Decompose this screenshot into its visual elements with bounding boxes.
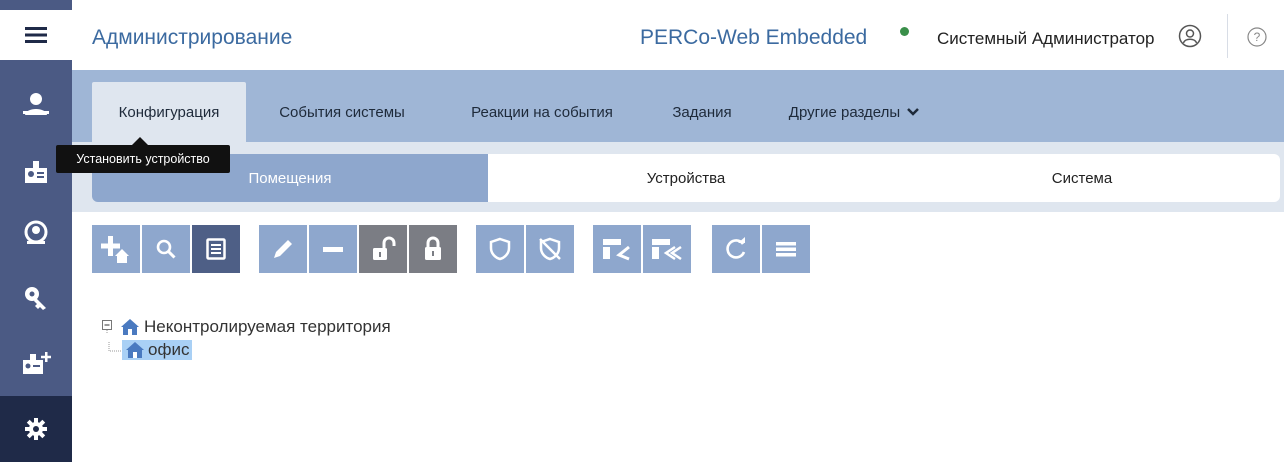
add-room-icon <box>101 236 129 263</box>
home-icon <box>126 342 144 358</box>
list-icon <box>776 242 796 257</box>
refresh-button[interactable] <box>712 225 760 273</box>
help-icon[interactable]: ? <box>1246 26 1268 48</box>
remove-button[interactable] <box>309 225 357 273</box>
tab-event-reactions[interactable]: Реакции на события <box>444 82 640 142</box>
tab-label: Конфигурация <box>118 103 220 121</box>
unlock-icon <box>373 236 396 260</box>
sidebar <box>0 0 72 462</box>
install-device-button[interactable] <box>192 225 240 273</box>
sidebar-item-keys[interactable] <box>0 270 72 326</box>
shield-icon <box>489 237 511 261</box>
tree-node-label: Неконтролируемая территория <box>144 317 391 336</box>
sidebar-item-add-badge[interactable] <box>0 335 72 391</box>
remove-icon <box>323 247 343 252</box>
sidebar-item-administration[interactable] <box>0 396 72 462</box>
refresh-icon <box>726 237 746 259</box>
edit-icon <box>274 240 292 258</box>
subtab-label: Помещения <box>248 169 332 187</box>
tab-label: Реакции на события <box>471 103 613 121</box>
search-icon <box>156 239 176 259</box>
device-return-all-button[interactable] <box>643 225 691 273</box>
tab-configuration[interactable]: Конфигурация <box>92 82 246 142</box>
employee-icon <box>23 93 49 115</box>
subtab-label: Устройства <box>646 169 726 187</box>
arm-button[interactable] <box>476 225 524 273</box>
disarm-button[interactable] <box>526 225 574 273</box>
collapse-icon[interactable] <box>102 320 114 334</box>
status-indicator <box>900 27 909 36</box>
header-divider <box>1227 14 1228 58</box>
svg-text:?: ? <box>1254 30 1261 44</box>
lock-button[interactable] <box>409 225 457 273</box>
tree-node-label-selected: офис <box>122 340 193 360</box>
tab-label: Другие разделы <box>788 103 901 121</box>
chevron-down-icon <box>907 108 920 116</box>
tree-node-text: офис <box>148 340 190 359</box>
install-device-icon <box>206 238 226 260</box>
id-badge-icon <box>25 161 47 183</box>
search-button[interactable] <box>142 225 190 273</box>
shield-off-icon <box>539 237 561 261</box>
menu-icon <box>25 27 47 43</box>
edit-button[interactable] <box>259 225 307 273</box>
home-icon <box>121 319 139 335</box>
key-icon <box>25 287 46 310</box>
gear-icon <box>25 418 47 440</box>
tree-node-root[interactable]: Неконтролируемая территория <box>102 317 391 337</box>
unlock-button[interactable] <box>359 225 407 273</box>
subtab-devices[interactable]: Устройства <box>488 154 884 202</box>
subtabs: Помещения Устройства Система <box>92 154 1282 202</box>
page-title: Администрирование <box>92 26 293 49</box>
subtab-label: Система <box>1051 169 1113 187</box>
add-room-button[interactable] <box>92 225 140 273</box>
globe-person-icon <box>24 220 48 244</box>
add-badge-icon <box>23 352 51 374</box>
main-tabs: Конфигурация События системы Реакции на … <box>72 70 1284 142</box>
tooltip: Установить устройство <box>56 137 230 173</box>
menu-button[interactable] <box>0 10 72 60</box>
lock-icon <box>425 236 441 260</box>
device-return-button[interactable] <box>593 225 641 273</box>
subtab-system[interactable]: Система <box>884 154 1280 202</box>
device-double-left-icon <box>652 239 682 261</box>
tree-connector <box>108 342 122 352</box>
tab-label: Задания <box>672 103 732 121</box>
sidebar-item-visitors[interactable] <box>0 205 72 261</box>
list-view-button[interactable] <box>762 225 810 273</box>
brand-name: PERCo-Web Embedded <box>640 26 868 49</box>
content-area: Помещения Устройства Система Неконтролир… <box>72 142 1284 462</box>
tab-other-sections[interactable]: Другие разделы <box>767 82 942 142</box>
tree-node-child[interactable]: офис <box>108 340 193 360</box>
subtabs-bar: Помещения Устройства Система <box>72 142 1284 212</box>
header: Администрирование PERCo-Web Embedded Сис… <box>72 0 1284 70</box>
tab-tasks[interactable]: Задания <box>652 82 752 142</box>
tab-system-events[interactable]: События системы <box>252 82 432 142</box>
user-circle-icon[interactable] <box>1178 24 1202 48</box>
device-left-icon <box>603 239 630 261</box>
user-name[interactable]: Системный Администратор <box>937 29 1155 49</box>
tab-label: События системы <box>279 103 405 121</box>
sidebar-item-employees[interactable] <box>0 76 72 132</box>
